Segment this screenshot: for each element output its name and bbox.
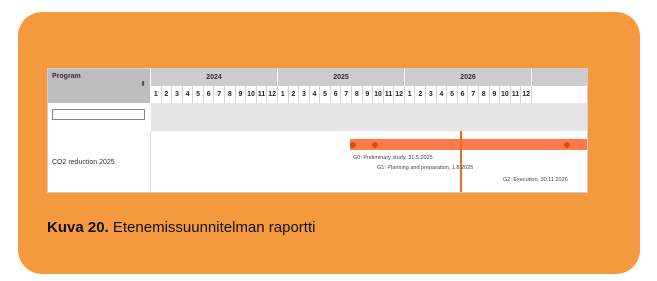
milestone-marker-g0[interactable] bbox=[350, 141, 356, 148]
year-header-2024: 2024 bbox=[151, 69, 278, 86]
program-timeline-bar[interactable] bbox=[350, 139, 587, 150]
month-cell: 5 bbox=[320, 86, 331, 103]
month-cell: 7 bbox=[214, 86, 226, 103]
filter-row-timeline bbox=[151, 103, 587, 131]
sort-icon[interactable]: ⬍ bbox=[140, 80, 146, 88]
year-header-2026: 2026 bbox=[405, 69, 532, 86]
milestone-marker-g2[interactable] bbox=[564, 141, 570, 148]
month-cell: 8 bbox=[225, 86, 236, 103]
month-cell: 9 bbox=[362, 86, 374, 103]
month-cell: 10 bbox=[500, 86, 511, 103]
month-cell: 3 bbox=[426, 86, 437, 103]
caption-number: Kuva 20. bbox=[47, 219, 109, 236]
month-cell: 6 bbox=[203, 86, 215, 103]
milestone-marker-g1[interactable] bbox=[372, 141, 378, 148]
month-cell: 2 bbox=[415, 86, 427, 103]
month-cell: 11 bbox=[510, 86, 522, 103]
gantt-chart: Program ⬍ 2024 2025 2026 1 2 3 4 5 6 7 8 9 10 11 12… bbox=[47, 68, 588, 193]
month-cell: 11 bbox=[256, 86, 268, 103]
month-cell: 6 bbox=[457, 86, 469, 103]
month-cell: 12 bbox=[394, 86, 405, 103]
month-cell: 7 bbox=[468, 86, 479, 103]
month-cell: 1 bbox=[277, 86, 289, 103]
year-header-2025: 2025 bbox=[278, 69, 405, 86]
program-column-header[interactable]: Program ⬍ bbox=[48, 69, 151, 103]
month-cell: 1 bbox=[151, 86, 162, 103]
month-cell: 5 bbox=[447, 86, 458, 103]
month-cell: 9 bbox=[235, 86, 247, 103]
month-cell: 10 bbox=[246, 86, 257, 103]
month-cell: 3 bbox=[172, 86, 183, 103]
program-filter-input[interactable] bbox=[52, 109, 145, 120]
month-cell: 12 bbox=[267, 86, 278, 103]
milestone-label-g1: G1: Planning and preparation, 1.8.2025 bbox=[377, 165, 474, 171]
month-cell: 2 bbox=[288, 86, 300, 103]
month-cell: 2 bbox=[161, 86, 173, 103]
month-cell: 9 bbox=[489, 86, 501, 103]
figure-caption: Kuva 20. Etenemissuunnitelman raportti bbox=[47, 219, 315, 236]
month-cell: 3 bbox=[299, 86, 310, 103]
month-cell: 10 bbox=[373, 86, 384, 103]
caption-text: Etenemissuunnitelman raportti bbox=[108, 219, 316, 236]
month-cell: 12 bbox=[521, 86, 532, 103]
month-cell: 8 bbox=[352, 86, 363, 103]
month-cell: 7 bbox=[341, 86, 353, 103]
month-cell: 4 bbox=[182, 86, 194, 103]
milestone-label-g0: G0: Preliminary study, 31.5.2025 bbox=[353, 155, 433, 161]
month-filler bbox=[531, 86, 587, 103]
month-cell: 11 bbox=[383, 86, 395, 103]
program-row-label[interactable]: CO2 reduction 2025 bbox=[52, 159, 115, 166]
month-cell: 6 bbox=[330, 86, 342, 103]
month-cell: 5 bbox=[193, 86, 204, 103]
month-cell: 4 bbox=[309, 86, 321, 103]
today-line bbox=[460, 131, 462, 192]
month-cell: 4 bbox=[436, 86, 448, 103]
program-header-label: Program bbox=[52, 73, 81, 80]
month-cell: 8 bbox=[478, 86, 490, 103]
milestone-label-g2: G2: Execution, 30.11.2026 bbox=[503, 177, 568, 183]
year-header-filler bbox=[532, 69, 587, 86]
month-cell: 1 bbox=[404, 86, 416, 103]
